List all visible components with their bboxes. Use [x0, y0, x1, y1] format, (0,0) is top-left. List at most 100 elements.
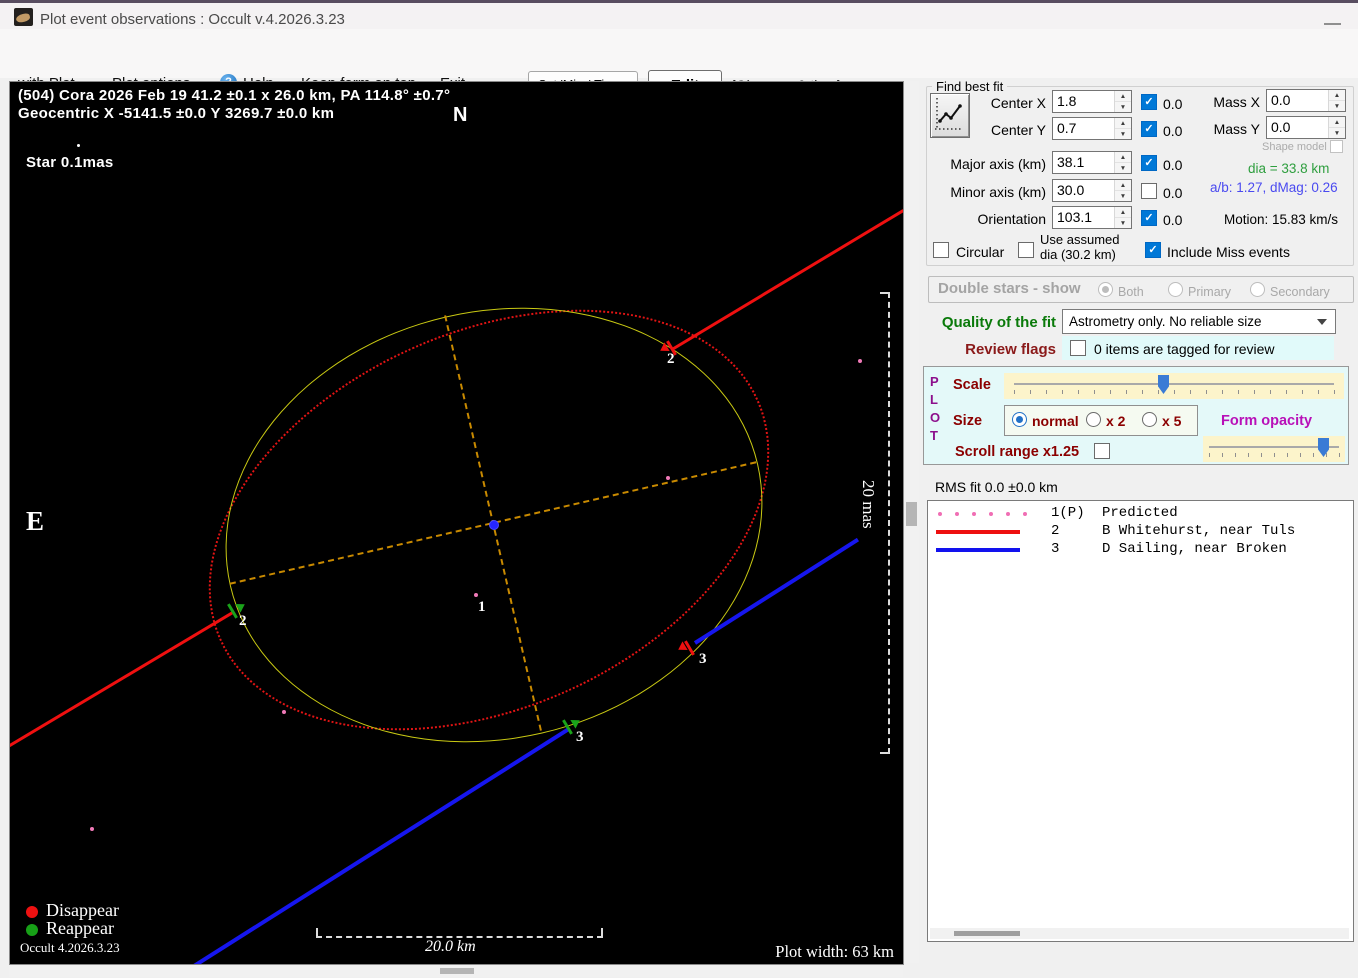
size-x2-radio[interactable]: [1086, 412, 1101, 427]
spin-up-icon[interactable]: ▲: [1115, 207, 1131, 218]
orientation-value[interactable]: 103.1: [1053, 207, 1114, 228]
mass-x-label: Mass X: [1213, 94, 1260, 110]
major-axis-input[interactable]: 38.1 ▲ ▼: [1052, 151, 1132, 174]
chord-2-line-sample: [936, 530, 1020, 534]
center-x-fit-checkbox[interactable]: [1141, 94, 1157, 110]
orientation-input[interactable]: 103.1 ▲ ▼: [1052, 206, 1132, 229]
scale-slider[interactable]: [1004, 373, 1344, 399]
minor-axis-input[interactable]: 30.0 ▲ ▼: [1052, 179, 1132, 202]
find-best-fit-group: [926, 86, 1354, 266]
center-x-input[interactable]: 1.8 ▲ ▼: [1052, 90, 1132, 113]
mass-x-spin-buttons[interactable]: ▲ ▼: [1328, 90, 1345, 111]
mas-scale-tick-bottom: [880, 752, 888, 754]
spin-down-icon[interactable]: ▼: [1115, 102, 1131, 112]
minor-axis-spin-buttons[interactable]: ▲ ▼: [1114, 180, 1131, 201]
scale-slider-track[interactable]: [1014, 383, 1334, 385]
title-bar[interactable]: Plot event observations : Occult v.4.202…: [0, 3, 1358, 29]
mass-x-input[interactable]: 0.0 ▲ ▼: [1266, 89, 1346, 112]
plot-horizontal-scrollbar[interactable]: [9, 965, 903, 977]
legend-row-num[interactable]: 1(P): [1051, 505, 1085, 521]
major-axis-fit-checkbox[interactable]: [1141, 155, 1157, 171]
major-axis-value[interactable]: 38.1: [1053, 152, 1114, 173]
legend-row-num[interactable]: 3: [1051, 541, 1059, 557]
km-scale-tick-left: [316, 928, 318, 936]
legend-row-name[interactable]: Predicted: [1102, 505, 1178, 521]
spin-up-icon[interactable]: ▲: [1115, 180, 1131, 191]
mass-x-value[interactable]: 0.0: [1267, 90, 1328, 111]
center-y-value[interactable]: 0.7: [1053, 118, 1114, 139]
review-flags-label: Review flags: [965, 341, 1056, 358]
motion-readout: Motion: 15.83 km/s: [1224, 212, 1339, 227]
spin-down-icon[interactable]: ▼: [1115, 129, 1131, 139]
minor-axis-error: 0.0: [1163, 185, 1183, 201]
chord-3-line-sample: [936, 548, 1020, 552]
spin-down-icon[interactable]: ▼: [1115, 163, 1131, 173]
reappear-label: Reappear: [46, 918, 114, 938]
size-normal-radio[interactable]: [1012, 412, 1027, 427]
legend-hscroll-thumb[interactable]: [954, 931, 1020, 936]
review-flags-field: 0 items are tagged for review: [1062, 336, 1334, 360]
spin-up-icon[interactable]: ▲: [1115, 118, 1131, 129]
axis-ratio-readout: a/b: 1.27, dMag: 0.26: [1210, 180, 1338, 195]
review-flags-text: 0 items are tagged for review: [1094, 341, 1275, 357]
circular-checkbox[interactable]: [933, 242, 949, 258]
legend-row-num[interactable]: 2: [1051, 523, 1059, 539]
orientation-label: Orientation: [977, 211, 1046, 227]
orientation-spin-buttons[interactable]: ▲ ▼: [1114, 207, 1131, 228]
plot-version-label: Occult 4.2026.3.23: [20, 940, 120, 955]
form-opacity-label: Form opacity: [1221, 413, 1313, 429]
form-opacity-slider[interactable]: [1203, 436, 1345, 462]
menu-bar: with Plot... Plot options... ? Help Keep…: [0, 29, 1358, 100]
include-miss-checkbox[interactable]: [1145, 242, 1161, 258]
size-x5-label: x 5: [1162, 413, 1182, 429]
center-y-spin-buttons[interactable]: ▲ ▼: [1114, 118, 1131, 139]
center-x-spin-buttons[interactable]: ▲ ▼: [1114, 91, 1131, 112]
minimize-icon[interactable]: [1324, 23, 1341, 25]
spin-up-icon[interactable]: ▲: [1329, 117, 1345, 128]
plot-header-line1: (504) Cora 2026 Feb 19 41.2 ±0.1 x 26.0 …: [18, 87, 451, 104]
legend-row-name[interactable]: B Whitehurst, near Tuls: [1102, 523, 1295, 539]
size-x5-radio[interactable]: [1142, 412, 1157, 427]
shape-model-checkbox[interactable]: [1330, 140, 1343, 153]
center-y-fit-checkbox[interactable]: [1141, 121, 1157, 137]
plot-vertical-scrollbar[interactable]: [904, 81, 919, 963]
plot-letter-t: T: [930, 428, 938, 443]
use-assumed-dia-checkbox[interactable]: [1018, 242, 1034, 258]
legend-horizontal-scrollbar[interactable]: [930, 928, 1349, 939]
scroll-range-checkbox[interactable]: [1094, 443, 1110, 459]
double-stars-primary-radio[interactable]: [1168, 282, 1183, 297]
orientation-fit-checkbox[interactable]: [1141, 210, 1157, 226]
spin-down-icon[interactable]: ▼: [1115, 191, 1131, 201]
legend-row-name[interactable]: D Sailing, near Broken: [1102, 541, 1287, 557]
plot-canvas[interactable]: (504) Cora 2026 Feb 19 41.2 ±0.1 x 26.0 …: [9, 81, 904, 965]
spin-up-icon[interactable]: ▲: [1115, 91, 1131, 102]
center-y-input[interactable]: 0.7 ▲ ▼: [1052, 117, 1132, 140]
double-stars-both-radio[interactable]: [1098, 282, 1113, 297]
mass-y-spin-buttons[interactable]: ▲ ▼: [1328, 117, 1345, 138]
major-axis-error: 0.0: [1163, 157, 1183, 173]
minor-axis-value[interactable]: 30.0: [1053, 180, 1114, 201]
review-flags-checkbox[interactable]: [1070, 340, 1086, 356]
window-title: Plot event observations : Occult v.4.202…: [40, 11, 345, 28]
minor-axis-fit-checkbox[interactable]: [1141, 183, 1157, 199]
mass-y-label: Mass Y: [1213, 121, 1260, 137]
predicted-line-sample-dot: [1023, 512, 1027, 516]
center-x-value[interactable]: 1.8: [1053, 91, 1114, 112]
plot-letter-o: O: [930, 410, 941, 425]
plot-vscroll-thumb[interactable]: [906, 502, 917, 526]
spin-down-icon[interactable]: ▼: [1115, 218, 1131, 228]
observation-legend-listbox[interactable]: 1(P) Predicted 2 B Whitehurst, near Tuls…: [927, 500, 1354, 942]
km-scale-label: 20.0 km: [425, 938, 476, 955]
mass-y-input[interactable]: 0.0 ▲ ▼: [1266, 116, 1346, 139]
predicted-line-sample-dot: [938, 512, 942, 516]
km-scale-tick-right: [601, 928, 603, 936]
double-stars-secondary-radio[interactable]: [1250, 282, 1265, 297]
mass-y-value[interactable]: 0.0: [1267, 117, 1328, 138]
plot-hscroll-thumb[interactable]: [440, 968, 474, 974]
spin-up-icon[interactable]: ▲: [1329, 90, 1345, 101]
spin-down-icon[interactable]: ▼: [1329, 101, 1345, 111]
spin-down-icon[interactable]: ▼: [1329, 128, 1345, 138]
quality-of-fit-dropdown[interactable]: Astrometry only. No reliable size: [1062, 309, 1336, 334]
spin-up-icon[interactable]: ▲: [1115, 152, 1131, 163]
major-axis-spin-buttons[interactable]: ▲ ▼: [1114, 152, 1131, 173]
